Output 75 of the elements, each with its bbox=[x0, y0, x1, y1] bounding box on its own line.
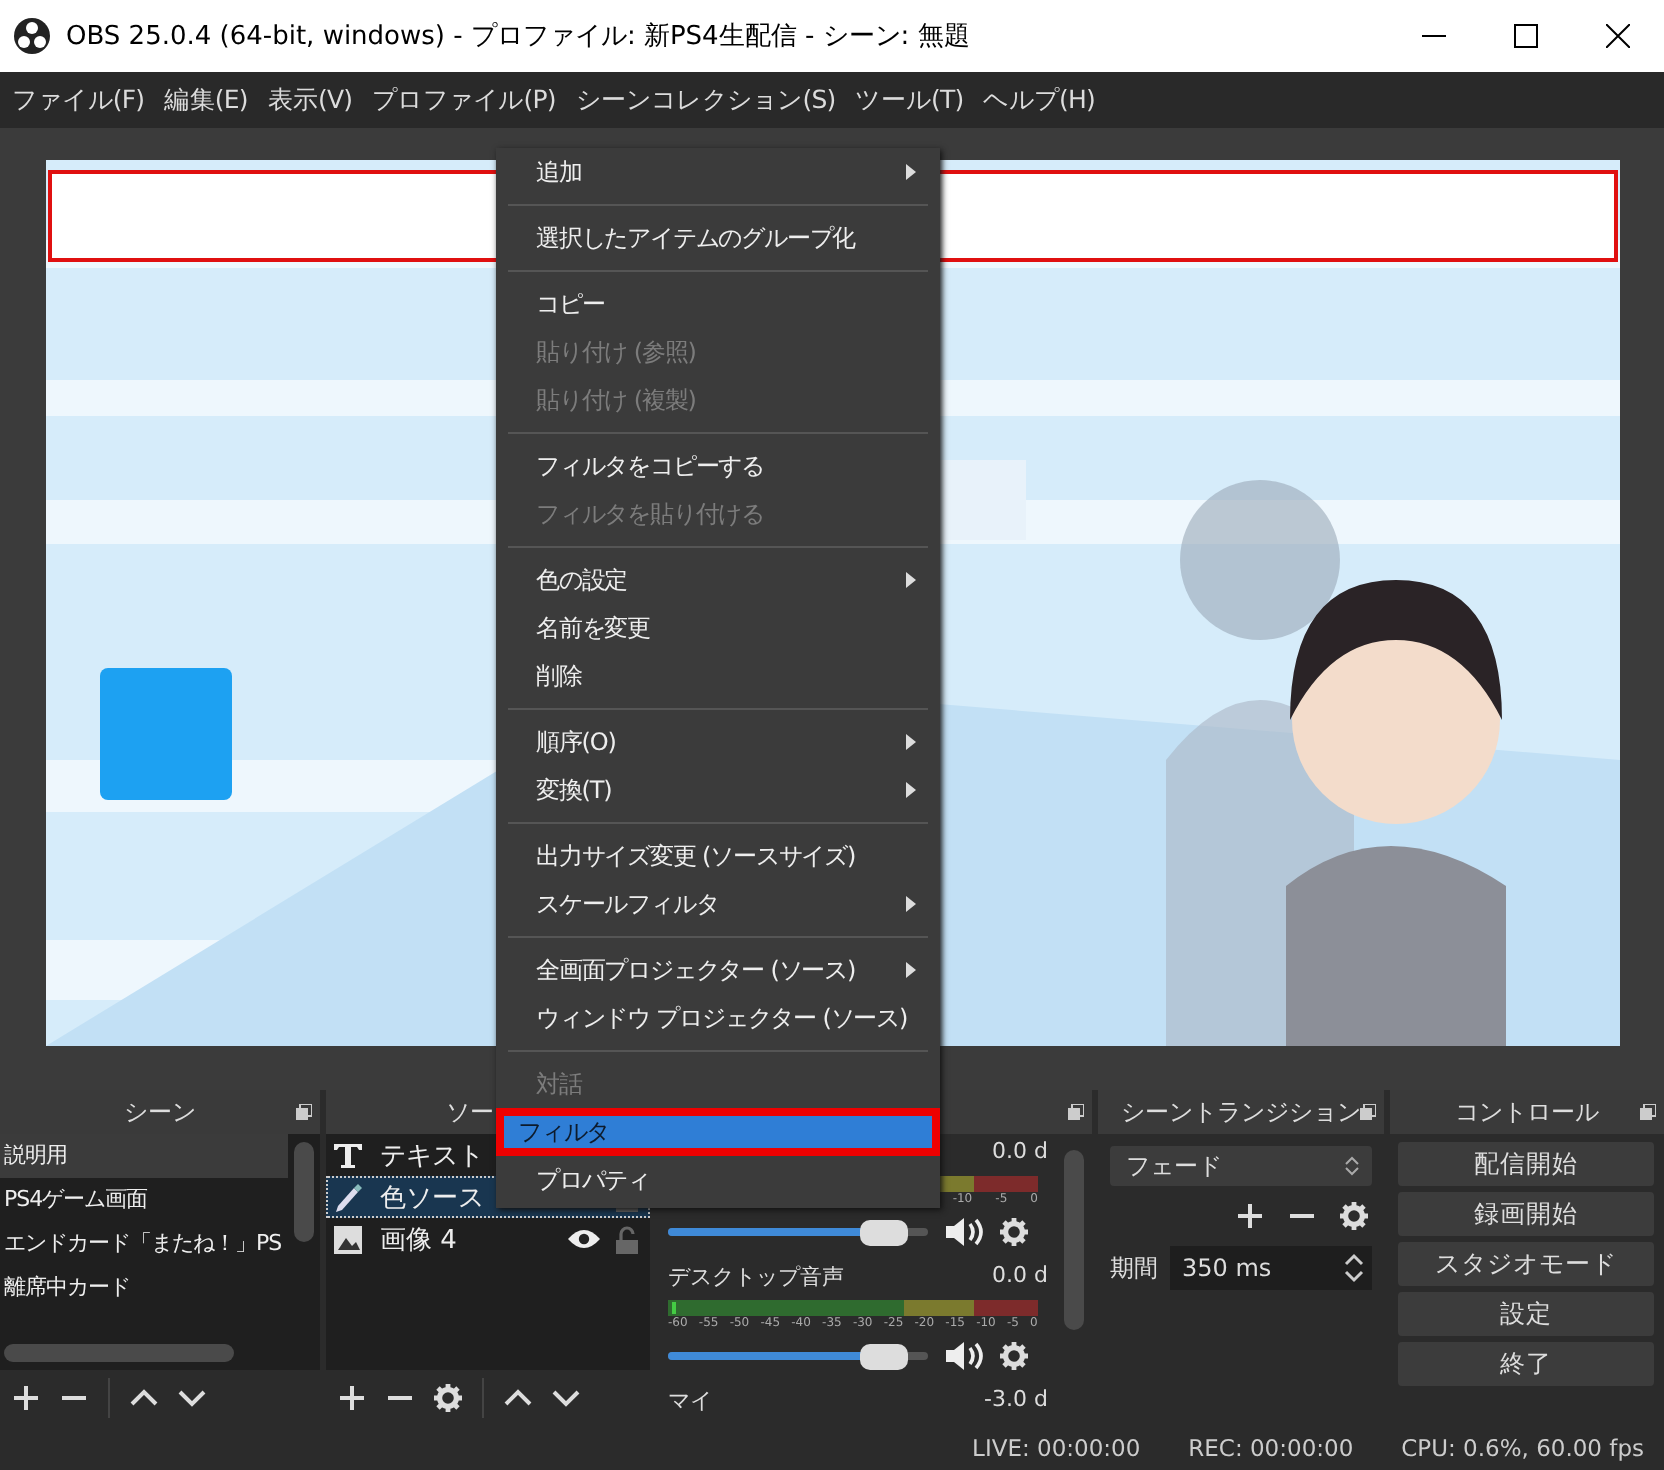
settings-icon[interactable] bbox=[1340, 1202, 1368, 1230]
window-title: OBS 25.0.4 (64-bit, windows) - プロファイル: 新PS4生配信 - シーン: 無題 bbox=[66, 20, 970, 54]
menu-item[interactable]: 変換(T) bbox=[496, 766, 940, 814]
menu-item[interactable]: ファイル(F) bbox=[4, 83, 153, 117]
status-text: LIVE: 00:00:00 bbox=[972, 1433, 1141, 1461]
duration-field[interactable]: 350 ms bbox=[1170, 1246, 1372, 1290]
track-name: マイ bbox=[668, 1386, 712, 1418]
undock-icon[interactable] bbox=[1640, 1104, 1656, 1120]
add-icon[interactable] bbox=[1236, 1202, 1264, 1230]
control-button[interactable]: 配信開始 bbox=[1398, 1142, 1654, 1186]
control-button[interactable]: スタジオモード bbox=[1398, 1242, 1654, 1286]
menu-item[interactable]: ヘルプ(H) bbox=[975, 83, 1103, 117]
undock-icon[interactable] bbox=[1068, 1104, 1084, 1120]
speaker-icon[interactable] bbox=[944, 1216, 984, 1248]
volume-reading: 0.0 d bbox=[992, 1138, 1048, 1168]
settings-icon[interactable] bbox=[1000, 1342, 1028, 1370]
menu-item[interactable]: 追加 bbox=[496, 148, 940, 196]
transition-dropdown[interactable]: フェード bbox=[1110, 1146, 1372, 1186]
status-text: REC: 00:00:00 bbox=[1188, 1433, 1354, 1461]
scene-item[interactable]: エンドカード「またね！」PS bbox=[0, 1222, 288, 1266]
menu-item[interactable]: シーンコレクション(S) bbox=[567, 83, 844, 117]
menu-item[interactable]: フィルタ bbox=[496, 1108, 940, 1156]
app-logo-icon bbox=[14, 18, 50, 54]
track-name: デスクトップ音声 bbox=[668, 1262, 844, 1294]
menu-item[interactable]: 削除 bbox=[496, 652, 940, 700]
text-icon bbox=[332, 1139, 364, 1171]
menu-item[interactable]: 全画面プロジェクター (ソース) bbox=[496, 946, 940, 994]
scrollbar[interactable] bbox=[294, 1142, 314, 1242]
volume-reading: -3.0 d bbox=[984, 1386, 1048, 1416]
speaker-icon[interactable] bbox=[944, 1340, 984, 1372]
settings-icon[interactable] bbox=[1000, 1218, 1028, 1246]
control-button[interactable]: 設定 bbox=[1398, 1292, 1654, 1336]
image-icon bbox=[332, 1223, 364, 1255]
dock-title: シーントランジション bbox=[1121, 1095, 1361, 1129]
menu-item[interactable]: 選択したアイテムのグループ化 bbox=[496, 214, 940, 262]
volume-slider[interactable] bbox=[668, 1343, 928, 1369]
brush-icon bbox=[332, 1181, 364, 1213]
maximize-icon[interactable] bbox=[1514, 24, 1538, 48]
menu-item[interactable]: フィルタをコピーする bbox=[496, 442, 940, 490]
menu-item[interactable]: プロファイル(P) bbox=[364, 83, 564, 117]
spin-arrows-icon bbox=[1342, 1250, 1366, 1286]
close-icon[interactable] bbox=[1606, 24, 1630, 48]
unlock-icon[interactable] bbox=[616, 1225, 638, 1253]
scene-item[interactable]: 説明用 bbox=[0, 1134, 288, 1178]
scrollbar[interactable] bbox=[1064, 1150, 1084, 1330]
scene-item[interactable]: PS4ゲーム画面 bbox=[0, 1178, 288, 1222]
settings-icon[interactable] bbox=[434, 1383, 462, 1411]
status-text: CPU: 0.6%, 60.00 fps bbox=[1401, 1433, 1644, 1461]
volume-reading: 0.0 d bbox=[992, 1262, 1048, 1292]
menu-item[interactable]: 編集(E) bbox=[156, 83, 256, 117]
menu-item[interactable]: 出力サイズ変更 (ソースサイズ) bbox=[496, 832, 940, 880]
menu-item[interactable]: スケールフィルタ bbox=[496, 880, 940, 928]
add-icon[interactable] bbox=[12, 1383, 40, 1411]
duration-label: 期間 bbox=[1110, 1251, 1158, 1285]
control-button[interactable]: 録画開始 bbox=[1398, 1192, 1654, 1236]
source-item[interactable]: 画像 4 bbox=[326, 1218, 650, 1260]
volume-slider[interactable] bbox=[668, 1219, 928, 1245]
scene-item[interactable]: 離席中カード bbox=[0, 1266, 288, 1310]
menu-item[interactable]: 色の設定 bbox=[496, 556, 940, 604]
menu-item[interactable]: 順序(O) bbox=[496, 718, 940, 766]
menu-item[interactable]: 表示(V) bbox=[259, 83, 361, 117]
menu-item[interactable]: 名前を変更 bbox=[496, 604, 940, 652]
scrollbar[interactable] bbox=[4, 1344, 234, 1362]
updown-icon bbox=[1344, 1154, 1360, 1178]
undock-icon[interactable] bbox=[1360, 1104, 1376, 1120]
dock-title: シーン bbox=[124, 1095, 196, 1129]
menu-item[interactable]: コピー bbox=[496, 280, 940, 328]
dock-title: ソー bbox=[446, 1095, 494, 1129]
eye-icon[interactable] bbox=[568, 1228, 600, 1250]
dock-title: コントロール bbox=[1455, 1095, 1599, 1129]
menu-item[interactable]: ツール(T) bbox=[847, 83, 972, 117]
undock-icon[interactable] bbox=[296, 1104, 312, 1120]
control-button[interactable]: 終了 bbox=[1398, 1342, 1654, 1386]
menu-item[interactable]: ウィンドウ プロジェクター (ソース) bbox=[496, 994, 940, 1042]
add-icon[interactable] bbox=[338, 1383, 366, 1411]
